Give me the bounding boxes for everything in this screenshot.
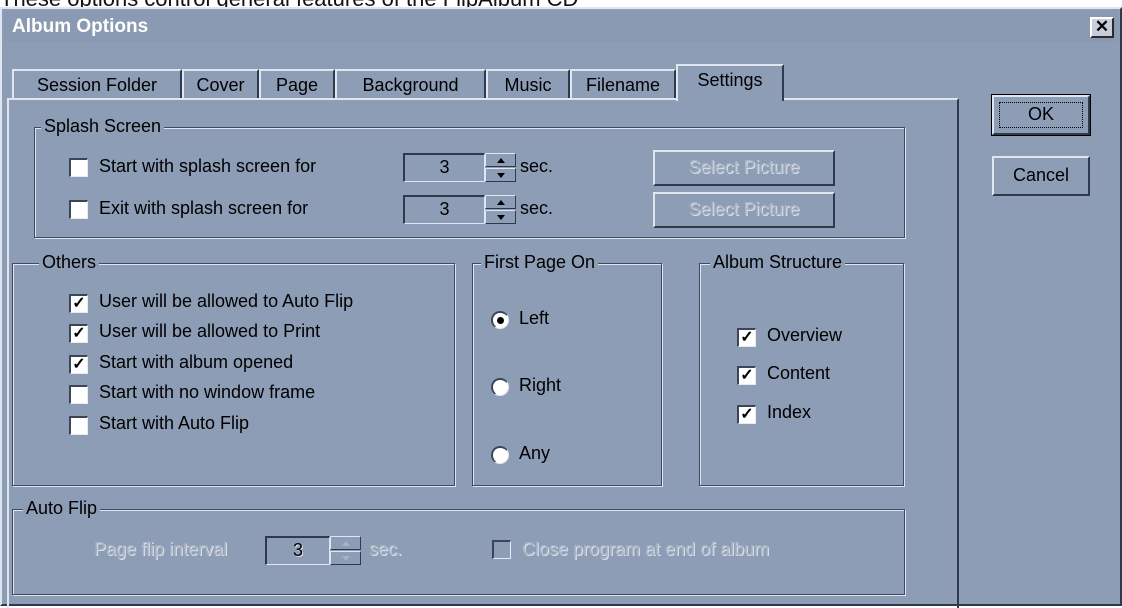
check-mark-icon: ✓ (740, 406, 754, 423)
tab-background[interactable]: Background (335, 69, 486, 99)
check-mark-icon: ✓ (72, 295, 86, 312)
splash-screen-legend: Splash Screen (41, 116, 165, 137)
others-group: Others ✓ User will be allowed to Auto Fl… (12, 252, 455, 486)
album-opened-checkbox[interactable]: ✓ (69, 355, 88, 374)
start-splash-spinner[interactable] (485, 153, 516, 182)
no-window-frame-checkbox[interactable] (69, 385, 88, 404)
auto-flip-group: Auto Flip Page flip interval 3 sec. Clos… (12, 498, 905, 595)
overview-checkbox[interactable]: ✓ (737, 328, 756, 347)
exit-splash-seconds-field[interactable]: 3 (403, 195, 485, 224)
spinner-up-button[interactable] (485, 153, 516, 167)
exit-splash-label: Exit with splash screen for (99, 198, 309, 218)
tab-music[interactable]: Music (486, 69, 570, 99)
exit-splash-spinner[interactable] (485, 195, 516, 224)
check-mark-icon: ✓ (740, 329, 754, 346)
splash-screen-group: Splash Screen Start with splash screen f… (34, 116, 905, 238)
arrow-down-icon (497, 173, 505, 178)
overview-label: Overview (767, 325, 843, 345)
close-button[interactable]: ✕ (1090, 17, 1114, 38)
title-bar[interactable]: Album Options ✕ (4, 11, 1118, 42)
album-structure-group: Album Structure ✓ Overview ✓ Content ✓ I… (699, 252, 904, 486)
index-checkbox[interactable]: ✓ (737, 405, 756, 424)
first-page-left-radio[interactable] (491, 311, 509, 329)
content-checkbox[interactable]: ✓ (737, 366, 756, 385)
page-flip-interval-label: Page flip interval (94, 539, 228, 559)
auto-flip-legend: Auto Flip (23, 498, 101, 519)
arrow-down-icon (342, 556, 350, 561)
start-splash-seconds-field[interactable]: 3 (403, 153, 485, 182)
others-legend: Others (39, 252, 100, 273)
start-auto-flip-checkbox[interactable] (69, 416, 88, 435)
check-mark-icon: ✓ (740, 367, 754, 384)
album-opened-label: Start with album opened (99, 352, 294, 372)
spinner-down-button[interactable] (330, 551, 361, 565)
arrow-up-icon (342, 541, 350, 546)
first-page-left-label: Left (519, 308, 550, 328)
content-label: Content (767, 363, 831, 383)
index-label: Index (767, 402, 812, 422)
ok-button[interactable]: OK (991, 94, 1091, 136)
focus-indicator (999, 102, 1083, 128)
tab-settings[interactable]: Settings (676, 64, 784, 101)
start-splash-checkbox[interactable] (69, 158, 88, 177)
tab-page[interactable]: Page (259, 69, 335, 99)
check-mark-icon: ✓ (72, 356, 86, 373)
check-mark-icon: ✓ (72, 325, 86, 342)
no-window-frame-label: Start with no window frame (99, 382, 316, 402)
auto-flip-allowed-checkbox[interactable]: ✓ (69, 294, 88, 313)
window-title: Album Options (12, 16, 149, 37)
start-auto-flip-label: Start with Auto Flip (99, 413, 250, 433)
tab-session-folder[interactable]: Session Folder (12, 69, 182, 99)
first-page-right-radio[interactable] (491, 378, 509, 396)
arrow-up-icon (497, 158, 505, 163)
exit-splash-checkbox[interactable] (69, 200, 88, 219)
spinner-down-button[interactable] (485, 168, 516, 182)
spinner-up-button[interactable] (330, 536, 361, 550)
radio-selected-dot-icon (497, 317, 504, 324)
album-options-dialog: Album Options ✕ Session Folder Cover Pag… (0, 7, 1122, 608)
settings-panel: Splash Screen Start with splash screen f… (7, 98, 959, 608)
first-page-any-radio[interactable] (491, 446, 509, 464)
tab-filename[interactable]: Filename (570, 69, 676, 99)
start-splash-unit: sec. (520, 156, 554, 176)
first-page-on-group: First Page On Left Right Any (472, 252, 662, 486)
page-flip-interval-field[interactable]: 3 (265, 536, 330, 565)
arrow-up-icon (497, 200, 505, 205)
auto-flip-allowed-label: User will be allowed to Auto Flip (99, 291, 354, 311)
page-flip-interval-unit: sec. (369, 539, 403, 559)
exit-select-picture-button[interactable]: Select Picture (653, 192, 835, 228)
close-at-end-label: Close program at end of album (522, 539, 770, 559)
page-flip-interval-spinner[interactable] (330, 536, 361, 565)
first-page-right-label: Right (519, 375, 562, 395)
print-allowed-checkbox[interactable]: ✓ (69, 324, 88, 343)
spinner-up-button[interactable] (485, 195, 516, 209)
close-icon: ✕ (1094, 17, 1110, 36)
first-page-on-legend: First Page On (481, 252, 599, 273)
album-structure-legend: Album Structure (710, 252, 846, 273)
print-allowed-label: User will be allowed to Print (99, 321, 321, 341)
spinner-down-button[interactable] (485, 210, 516, 224)
close-at-end-checkbox[interactable] (492, 540, 511, 559)
start-select-picture-button[interactable]: Select Picture (653, 150, 835, 186)
cancel-button[interactable]: Cancel (992, 156, 1090, 196)
tab-cover[interactable]: Cover (182, 69, 259, 99)
exit-splash-unit: sec. (520, 198, 554, 218)
arrow-down-icon (497, 215, 505, 220)
start-splash-label: Start with splash screen for (99, 156, 317, 176)
first-page-any-label: Any (519, 443, 551, 463)
